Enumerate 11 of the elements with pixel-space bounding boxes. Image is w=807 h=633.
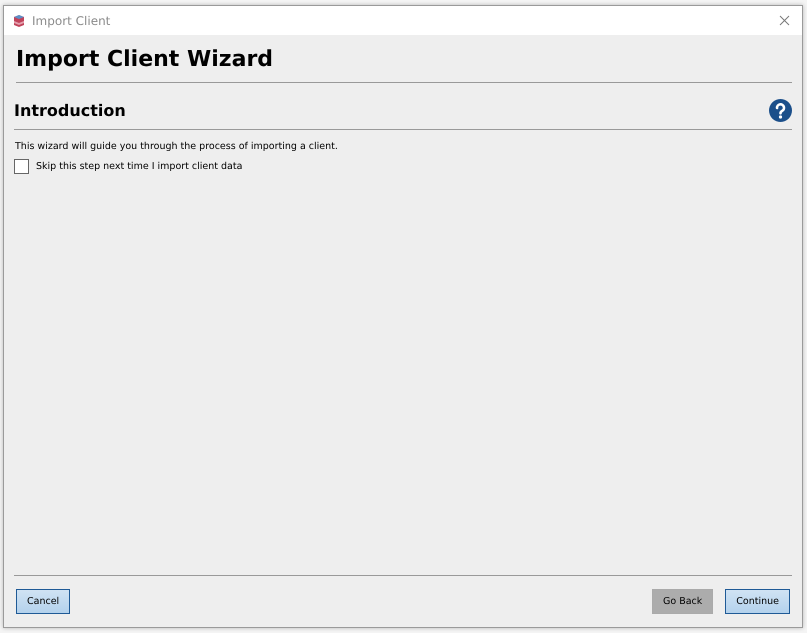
app-logo-icon: [12, 14, 26, 28]
window-title: Import Client: [32, 14, 112, 28]
wizard-heading: Import Client Wizard: [16, 47, 792, 83]
skip-checkbox[interactable]: [14, 159, 29, 174]
close-icon: [779, 15, 790, 26]
section-title: Introduction: [14, 101, 126, 120]
checkbox-label: Skip this step next time I import client data: [36, 161, 242, 172]
description-text: This wizard will guide you through the process of importing a client.: [15, 141, 339, 152]
footer-button[interactable]: Cancel: [16, 589, 70, 614]
help-icon[interactable]: [769, 99, 792, 122]
footer-button[interactable]: Continue: [725, 589, 790, 614]
